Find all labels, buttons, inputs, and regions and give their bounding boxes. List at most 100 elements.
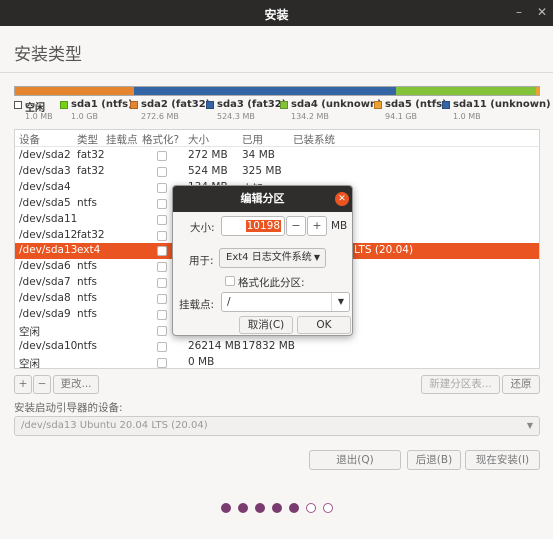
cell-type: ntfs bbox=[77, 339, 97, 352]
format-checkbox[interactable] bbox=[157, 357, 167, 368]
header-system: 已装系统 bbox=[293, 134, 335, 146]
cell-size: 272 MB bbox=[188, 149, 228, 161]
size-decrement-button[interactable]: − bbox=[286, 216, 306, 236]
legend-size: 1.0 GB bbox=[71, 112, 98, 121]
legend-size: 1.0 MB bbox=[453, 112, 481, 121]
format-checkbox[interactable] bbox=[157, 325, 167, 336]
legend-swatch-icon bbox=[280, 101, 288, 109]
use-as-label: 用于: bbox=[189, 255, 214, 267]
cell-device: /dev/sda11 bbox=[19, 212, 78, 225]
legend-name: sda11 (unknown) bbox=[453, 99, 551, 110]
legend-name: sda3 (fat32) bbox=[217, 99, 287, 110]
size-value: 10198 bbox=[245, 220, 281, 232]
format-checkbox[interactable] bbox=[157, 166, 167, 177]
revert-button[interactable]: 还原 bbox=[502, 375, 540, 394]
page-title: 安装类型 bbox=[14, 45, 82, 65]
header-format: 格式化? bbox=[142, 134, 180, 146]
chevron-down-icon: ▼ bbox=[337, 297, 344, 306]
cell-type: fat32 bbox=[77, 228, 105, 241]
cell-type: ntfs bbox=[77, 308, 97, 320]
header-type: 类型 bbox=[77, 134, 98, 146]
size-increment-button[interactable]: + bbox=[307, 216, 327, 236]
minimize-button[interactable]: – bbox=[516, 5, 522, 19]
cell-device: /dev/sda13 bbox=[19, 244, 78, 257]
format-checkbox[interactable] bbox=[157, 262, 167, 273]
mount-point-value: / bbox=[227, 296, 231, 308]
format-checkbox[interactable] bbox=[225, 276, 235, 286]
back-button[interactable]: 后退(B) bbox=[407, 450, 461, 470]
header-size: 大小 bbox=[188, 134, 209, 146]
cell-device: /dev/sda8 bbox=[19, 292, 71, 305]
header-used: 已用 bbox=[242, 134, 263, 146]
legend-size: 272.6 MB bbox=[141, 112, 179, 121]
boot-loader-label: 安装启动引导器的设备: bbox=[14, 402, 123, 414]
boot-loader-value: /dev/sda13 Ubuntu 20.04 LTS (20.04) bbox=[21, 420, 208, 431]
format-checkbox[interactable] bbox=[157, 278, 167, 289]
legend-name: sda4 (unknown) bbox=[291, 99, 382, 110]
legend-size: 134.2 MB bbox=[291, 112, 329, 121]
add-partition-button[interactable]: + bbox=[14, 375, 32, 394]
table-row[interactable]: /dev/sda2 fat32 272 MB 34 MB bbox=[15, 148, 539, 164]
legend-swatch-icon bbox=[206, 101, 214, 109]
mount-point-combo[interactable]: / ▼ bbox=[221, 292, 350, 312]
chevron-down-icon: ▼ bbox=[313, 253, 320, 262]
cell-type: ntfs bbox=[77, 260, 97, 273]
legend-size: 1.0 MB bbox=[25, 112, 53, 121]
progress-dot bbox=[272, 503, 282, 513]
table-row[interactable]: /dev/sda10 ntfs 26214 MB 17832 MB bbox=[15, 339, 539, 355]
cell-type: ntfs bbox=[77, 196, 97, 209]
size-unit: MB bbox=[331, 220, 348, 232]
use-as-select[interactable]: Ext4 日志文件系统 ▼ bbox=[219, 248, 326, 268]
cell-device: /dev/sda10 bbox=[19, 339, 78, 352]
size-input[interactable]: 10198 bbox=[221, 216, 285, 236]
cancel-button[interactable]: 取消(C) bbox=[239, 316, 293, 334]
cell-device: /dev/sda5 bbox=[19, 196, 71, 209]
format-checkbox[interactable] bbox=[157, 214, 167, 225]
legend-name: sda5 (ntfs) bbox=[385, 99, 447, 110]
cell-used: 17832 MB bbox=[242, 339, 296, 352]
partition-usage-bar bbox=[14, 86, 540, 96]
window-title: 安装 bbox=[264, 8, 289, 22]
cell-size: 0 MB bbox=[188, 355, 215, 368]
cell-device: /dev/sda12 bbox=[19, 228, 78, 241]
header-device: 设备 bbox=[19, 134, 40, 146]
cell-device: 空闲 bbox=[19, 325, 40, 338]
change-partition-button[interactable]: 更改... bbox=[53, 375, 99, 394]
close-window-button[interactable]: ✕ bbox=[537, 5, 547, 19]
divider bbox=[331, 293, 332, 311]
format-checkbox[interactable] bbox=[157, 182, 167, 193]
empty-square-icon bbox=[14, 101, 22, 109]
chevron-down-icon: ▼ bbox=[526, 421, 533, 430]
progress-dot bbox=[323, 503, 333, 513]
cell-device: /dev/sda6 bbox=[19, 260, 71, 273]
cell-type: ext4 bbox=[77, 244, 101, 257]
progress-dot bbox=[255, 503, 265, 513]
format-checkbox[interactable] bbox=[157, 341, 167, 352]
format-checkbox[interactable] bbox=[157, 230, 167, 241]
cell-used: 34 MB bbox=[242, 149, 275, 161]
cell-used: 325 MB bbox=[242, 164, 282, 177]
dialog-title: 编辑分区 bbox=[173, 186, 352, 212]
mount-point-label: 挂载点: bbox=[179, 299, 215, 311]
progress-dot bbox=[221, 503, 231, 513]
boot-loader-select[interactable]: /dev/sda13 Ubuntu 20.04 LTS (20.04) ▼ bbox=[14, 416, 540, 436]
format-checkbox[interactable] bbox=[157, 198, 167, 209]
table-row[interactable]: /dev/sda3 fat32 524 MB 325 MB bbox=[15, 164, 539, 180]
install-now-button[interactable]: 现在安装(I) bbox=[465, 450, 540, 470]
table-row[interactable]: 空闲 0 MB bbox=[15, 355, 539, 368]
format-checkbox[interactable] bbox=[157, 310, 167, 320]
legend-swatch-icon bbox=[60, 101, 68, 109]
format-checkbox[interactable] bbox=[157, 294, 167, 305]
cell-type: fat32 bbox=[77, 164, 105, 177]
ok-button[interactable]: OK bbox=[297, 316, 351, 334]
dialog-close-icon[interactable]: ✕ bbox=[335, 192, 349, 206]
quit-button[interactable]: 退出(Q) bbox=[309, 450, 401, 470]
remove-partition-button[interactable]: − bbox=[33, 375, 51, 394]
use-as-value: Ext4 日志文件系统 bbox=[226, 252, 312, 263]
format-checkbox[interactable] bbox=[157, 246, 167, 257]
legend-size: 94.1 GB bbox=[385, 112, 418, 121]
edit-partition-dialog: 编辑分区 ✕ 大小: 10198 − + MB 用于: Ext4 日志文件系统 … bbox=[172, 185, 353, 336]
format-checkbox[interactable] bbox=[157, 151, 167, 161]
new-partition-table-button[interactable]: 新建分区表... bbox=[421, 375, 500, 394]
legend-swatch-icon bbox=[374, 101, 382, 109]
